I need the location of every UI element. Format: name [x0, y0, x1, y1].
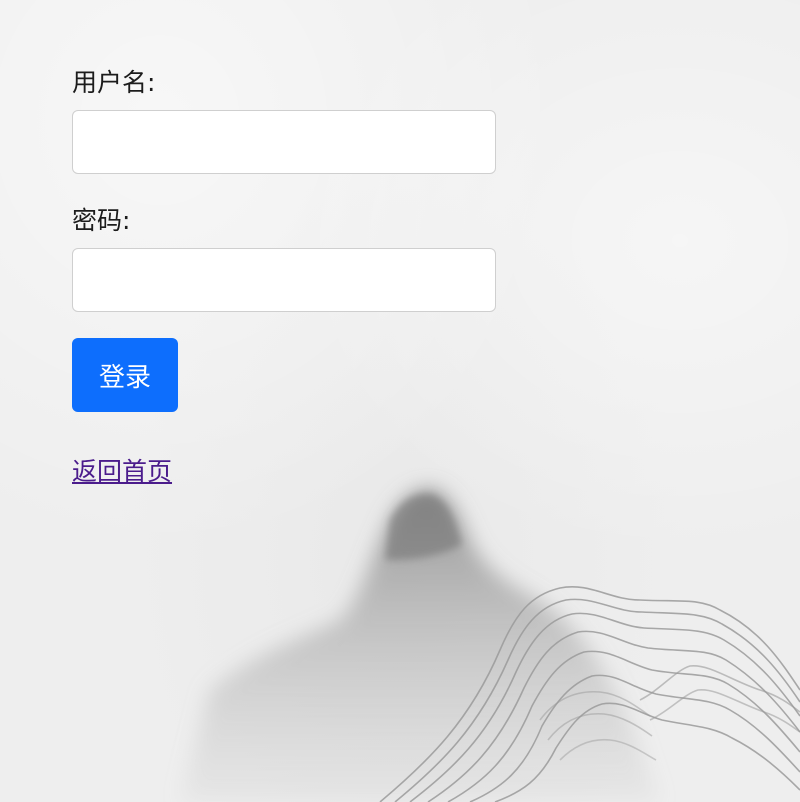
login-form: 用户名: 密码: 登录 返回首页 [72, 66, 496, 488]
username-label: 用户名: [72, 68, 156, 97]
password-input[interactable] [72, 248, 496, 312]
back-to-home-link[interactable]: 返回首页 [72, 452, 172, 488]
username-input[interactable] [72, 110, 496, 174]
password-label: 密码: [72, 206, 131, 235]
login-button[interactable]: 登录 [72, 338, 178, 412]
